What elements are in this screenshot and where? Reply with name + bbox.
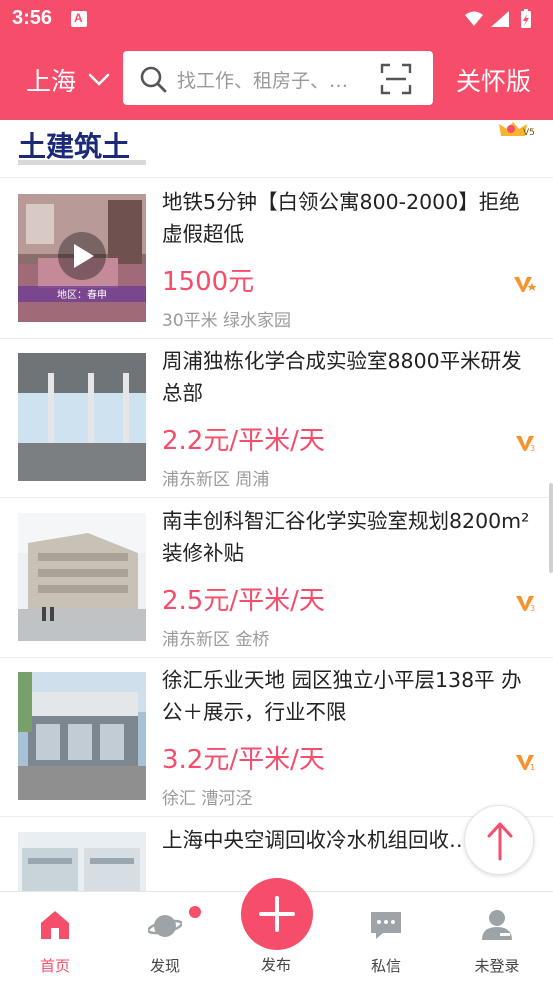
publish-button[interactable] bbox=[241, 878, 313, 950]
list-item[interactable]: 南丰创科智汇谷化学实验室规划8200m²装修补贴 2.5元/平米/天 浦东新区 … bbox=[0, 498, 553, 658]
banner-text: 土建筑土 bbox=[18, 130, 130, 163]
chevron-down-icon bbox=[88, 73, 110, 86]
system-status-icons bbox=[465, 9, 531, 28]
clock: 3:56 bbox=[12, 7, 53, 29]
svg-text:3: 3 bbox=[530, 604, 535, 612]
search-icon bbox=[140, 66, 167, 93]
chat-icon bbox=[371, 912, 401, 939]
crown-badge-icon: V5 bbox=[499, 122, 535, 138]
listing-thumbnail bbox=[18, 672, 146, 800]
city-label: 上海 bbox=[26, 67, 77, 96]
listing-price: 1500元 bbox=[162, 267, 255, 297]
listing-location: 浦东新区 周浦 bbox=[162, 470, 270, 490]
svg-text:1: 1 bbox=[530, 763, 535, 771]
tab-discover[interactable]: 发现 bbox=[115, 892, 215, 984]
vip-badge-icon: 3 bbox=[516, 596, 535, 612]
list-item[interactable]: 周浦独栋化学合成实验室8800平米研发总部 2.2元/平米/天 浦东新区 周浦 … bbox=[0, 338, 553, 498]
listing-thumbnail bbox=[18, 353, 146, 481]
notification-dot bbox=[189, 906, 201, 918]
listing-title: 南丰创科智汇谷化学实验室规划8200m²装修补贴 bbox=[162, 509, 530, 565]
scan-icon[interactable] bbox=[380, 63, 412, 95]
listing-feed[interactable]: 土建筑土 V5 地区：春申 地铁5分钟【白领公寓800-2000】拒绝虚假超低 … bbox=[0, 120, 553, 891]
listing-price: 2.5元/平米/天 bbox=[162, 586, 325, 616]
list-item[interactable]: 地区：春申 地铁5分钟【白领公寓800-2000】拒绝虚假超低 1500元 30… bbox=[0, 179, 553, 339]
planet-icon bbox=[148, 915, 182, 937]
tab-label: 私信 bbox=[370, 957, 401, 975]
listing-thumbnail bbox=[18, 513, 146, 641]
back-to-top-button[interactable] bbox=[464, 805, 534, 875]
listing-location: 浦东新区 金桥 bbox=[162, 630, 270, 650]
listing-price: 3.2元/平米/天 bbox=[162, 745, 325, 775]
tab-label: 首页 bbox=[39, 957, 70, 975]
listing-location: 徐汇 漕河泾 bbox=[162, 789, 253, 809]
listing-location: 30平米 绿水家园 bbox=[162, 311, 292, 331]
city-selector[interactable]: 上海 bbox=[26, 62, 110, 98]
banner-image: 土建筑土 bbox=[18, 124, 146, 168]
listing-thumbnail: 地区：春申 bbox=[18, 194, 146, 322]
tab-profile[interactable]: 未登录 bbox=[447, 892, 547, 984]
care-mode-button[interactable]: 关怀版 bbox=[456, 62, 531, 98]
listing-thumbnail bbox=[18, 832, 146, 891]
vip-badge-icon: 1 bbox=[516, 755, 535, 771]
vip-badge-icon bbox=[514, 277, 537, 292]
vip-badge-icon: 3 bbox=[516, 436, 535, 452]
thumb-caption: 地区：春申 bbox=[57, 288, 107, 301]
publish-label: 发布 bbox=[260, 956, 291, 974]
home-icon bbox=[41, 911, 69, 939]
banner-badge-label: V5 bbox=[523, 128, 535, 138]
status-bar: 3:56 bbox=[0, 0, 553, 38]
top-header: 上海 找工作、租房子、… 关怀版 bbox=[0, 38, 553, 120]
search-bar[interactable]: 找工作、租房子、… bbox=[123, 51, 433, 105]
banner-row[interactable]: 土建筑土 V5 bbox=[0, 120, 553, 178]
tab-label: 未登录 bbox=[474, 957, 520, 975]
user-icon bbox=[482, 910, 512, 940]
notification-icon bbox=[71, 11, 87, 27]
listing-title: 徐汇乐业天地 园区独立小平层138平 办公＋展示，行业不限 bbox=[162, 668, 522, 724]
list-item[interactable]: 徐汇乐业天地 园区独立小平层138平 办公＋展示，行业不限 3.2元/平米/天 … bbox=[0, 657, 553, 817]
listing-price: 2.2元/平米/天 bbox=[162, 426, 325, 456]
search-placeholder: 找工作、租房子、… bbox=[177, 70, 349, 92]
tab-home[interactable]: 首页 bbox=[5, 892, 105, 984]
listing-title: 周浦独栋化学合成实验室8800平米研发总部 bbox=[162, 349, 522, 405]
listing-title: 地铁5分钟【白领公寓800-2000】拒绝虚假超低 bbox=[162, 190, 520, 246]
scrollbar[interactable] bbox=[549, 483, 553, 573]
tab-label: 发现 bbox=[149, 957, 180, 975]
svg-text:3: 3 bbox=[530, 444, 535, 452]
tab-messages[interactable]: 私信 bbox=[336, 892, 436, 984]
arrow-up-icon bbox=[487, 822, 513, 861]
